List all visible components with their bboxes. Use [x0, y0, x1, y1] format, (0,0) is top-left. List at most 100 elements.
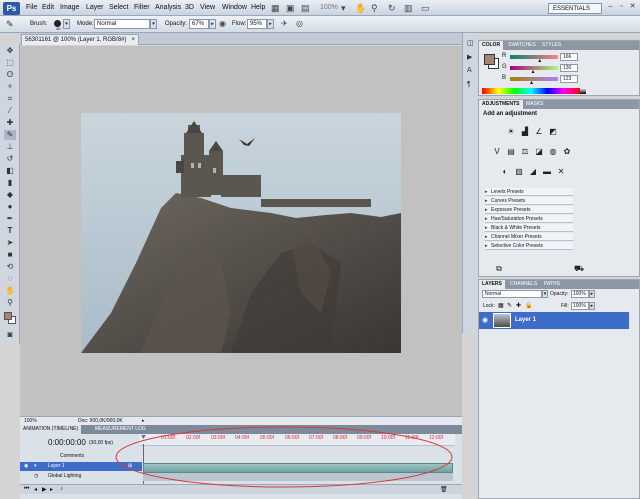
tab-paths[interactable]: PATHS: [541, 280, 563, 289]
red-value[interactable]: 166: [560, 53, 578, 61]
levels-icon[interactable]: ▟: [520, 127, 530, 137]
menu-analysis[interactable]: Analysis: [155, 4, 181, 11]
color-balance-icon[interactable]: ⚖: [520, 147, 530, 157]
bridge-icon[interactable]: ▦: [271, 3, 280, 14]
brush-tool-icon[interactable]: ✎: [4, 130, 16, 140]
opacity-input[interactable]: 67%: [189, 19, 209, 29]
workspace-switcher[interactable]: ESSENTIALS: [548, 3, 602, 14]
lock-all-icon[interactable]: 🔒: [525, 302, 532, 309]
menu-filter[interactable]: Filter: [134, 4, 150, 11]
blue-slider-knob[interactable]: ▴: [530, 79, 533, 86]
shape-tool-icon[interactable]: ■: [4, 250, 16, 260]
visibility-eye-icon[interactable]: ◉: [24, 462, 28, 471]
green-value[interactable]: 130: [560, 64, 578, 72]
preset-selective-color[interactable]: ▸ Selective Color Presets: [485, 242, 573, 250]
quick-select-tool-icon[interactable]: ✧: [4, 82, 16, 92]
flow-input[interactable]: 95%: [247, 19, 267, 29]
clone-stamp-tool-icon[interactable]: ⊥: [4, 142, 16, 152]
lock-image-icon[interactable]: ✎: [507, 302, 512, 309]
3d-rotate-tool-icon[interactable]: ⟲: [4, 262, 16, 272]
preset-curves[interactable]: ▸ Curves Presets: [485, 197, 573, 205]
menu-edit[interactable]: Edit: [42, 4, 54, 11]
vibrance-icon[interactable]: V: [492, 147, 502, 157]
tablet-opacity-icon[interactable]: ◉: [219, 19, 226, 28]
expand-arrow-icon[interactable]: ▾: [34, 462, 37, 471]
menu-image[interactable]: Image: [60, 4, 79, 11]
curves-icon[interactable]: ∠: [534, 127, 544, 137]
character-panel-icon[interactable]: A: [467, 67, 476, 76]
zoom-tool-icon[interactable]: ⚲: [4, 298, 16, 308]
paragraph-panel-icon[interactable]: ¶: [467, 81, 476, 90]
black-white-icon[interactable]: ◪: [534, 147, 544, 157]
hue-saturation-icon[interactable]: ▤: [506, 147, 516, 157]
arrange-documents-icon[interactable]: ▥: [404, 3, 413, 14]
eyedropper-tool-icon[interactable]: ⁄: [4, 106, 16, 116]
hand-tool-icon[interactable]: ✋: [355, 3, 366, 14]
green-slider-knob[interactable]: ▴: [531, 68, 534, 75]
black-white-ramp[interactable]: [580, 88, 586, 94]
next-frame-icon[interactable]: ▸: [50, 486, 53, 493]
zoom-level[interactable]: 100%: [320, 4, 338, 11]
preset-black-white[interactable]: ▸ Black & White Presets: [485, 224, 573, 232]
menu-layer[interactable]: Layer: [86, 4, 104, 11]
crop-tool-icon[interactable]: ⌗: [4, 94, 16, 104]
threshold-icon[interactable]: ◢: [528, 167, 538, 177]
lasso-tool-icon[interactable]: ʘ: [4, 70, 16, 80]
tab-channels[interactable]: CHANNELS: [507, 280, 540, 289]
exposure-icon[interactable]: ◩: [548, 127, 558, 137]
menu-file[interactable]: File: [26, 4, 37, 11]
rotate-view-icon[interactable]: ↻: [388, 3, 396, 14]
flow-slider-arrow[interactable]: ▸: [267, 19, 274, 29]
preset-channel-mixer[interactable]: ▸ Channel Mixer Presets: [485, 233, 573, 241]
document-image[interactable]: [81, 113, 401, 353]
menu-3d[interactable]: 3D: [185, 4, 194, 11]
photo-filter-icon[interactable]: ◍: [548, 147, 558, 157]
brightness-contrast-icon[interactable]: ☀: [506, 127, 516, 137]
prev-frame-icon[interactable]: ◂: [34, 486, 37, 493]
healing-brush-tool-icon[interactable]: ✚: [4, 118, 16, 128]
history-brush-tool-icon[interactable]: ↺: [4, 154, 16, 164]
layer-row-layer-1[interactable]: ◉ Layer 1: [479, 312, 629, 329]
marquee-tool-icon[interactable]: ⬚: [4, 58, 16, 68]
fill-slider-arrow-icon[interactable]: ▸: [589, 302, 595, 310]
red-slider[interactable]: [510, 55, 558, 59]
tab-layers[interactable]: LAYERS: [479, 280, 505, 289]
gradient-tool-icon[interactable]: ▮: [4, 178, 16, 188]
grid-icon[interactable]: ▤: [301, 3, 310, 14]
opacity-slider-arrow[interactable]: ▸: [209, 19, 216, 29]
pen-tool-icon[interactable]: ✒: [4, 214, 16, 224]
status-zoom[interactable]: 100%: [24, 417, 37, 425]
clip-to-layer-icon[interactable]: ⧉: [494, 264, 504, 274]
close-document-icon[interactable]: ×: [131, 35, 135, 45]
preset-hue-saturation[interactable]: ▸ Hue/Saturation Presets: [485, 215, 573, 223]
3d-orbit-tool-icon[interactable]: ◌: [4, 274, 16, 284]
document-tab[interactable]: 56301161 @ 100% (Layer 1, RGB/8#) ×: [21, 34, 139, 45]
opacity-slider-arrow-icon[interactable]: ▸: [589, 290, 595, 298]
tab-styles[interactable]: STYLES: [539, 41, 564, 50]
preset-levels[interactable]: ▸ Levels Presets: [485, 188, 573, 196]
selective-color-icon[interactable]: ✕: [556, 167, 566, 177]
tab-masks[interactable]: MASKS: [523, 100, 547, 109]
quick-mask-icon[interactable]: ◙: [4, 330, 16, 340]
mini-bridge-icon[interactable]: ▣: [286, 3, 295, 14]
hand-tool-icon[interactable]: ✋: [4, 286, 16, 296]
preset-exposure[interactable]: ▸ Exposure Presets: [485, 206, 573, 214]
blue-slider[interactable]: [510, 77, 558, 81]
restore-icon[interactable]: ▫: [617, 3, 626, 12]
color-spectrum-bar[interactable]: [482, 88, 580, 94]
foreground-color-swatch[interactable]: [4, 312, 12, 320]
lock-transparent-icon[interactable]: ▦: [498, 302, 504, 309]
dropdown-arrow-icon[interactable]: ▾: [341, 3, 346, 14]
tab-animation-timeline[interactable]: ANIMATION (TIMELINE): [20, 425, 82, 434]
tab-color[interactable]: COLOR: [479, 41, 504, 50]
blend-mode-select[interactable]: Normal: [482, 290, 542, 298]
minimize-icon[interactable]: –: [606, 3, 615, 12]
color-foreground-swatch[interactable]: [484, 54, 495, 65]
invert-icon[interactable]: ◐: [500, 167, 510, 177]
type-tool-icon[interactable]: T: [4, 226, 16, 236]
lock-position-icon[interactable]: ✚: [516, 302, 521, 309]
stopwatch-icon[interactable]: ◷: [34, 472, 38, 481]
fill-input[interactable]: 100%: [571, 302, 589, 310]
channel-mixer-icon[interactable]: ✿: [562, 147, 572, 157]
menu-help[interactable]: Help: [251, 4, 265, 11]
